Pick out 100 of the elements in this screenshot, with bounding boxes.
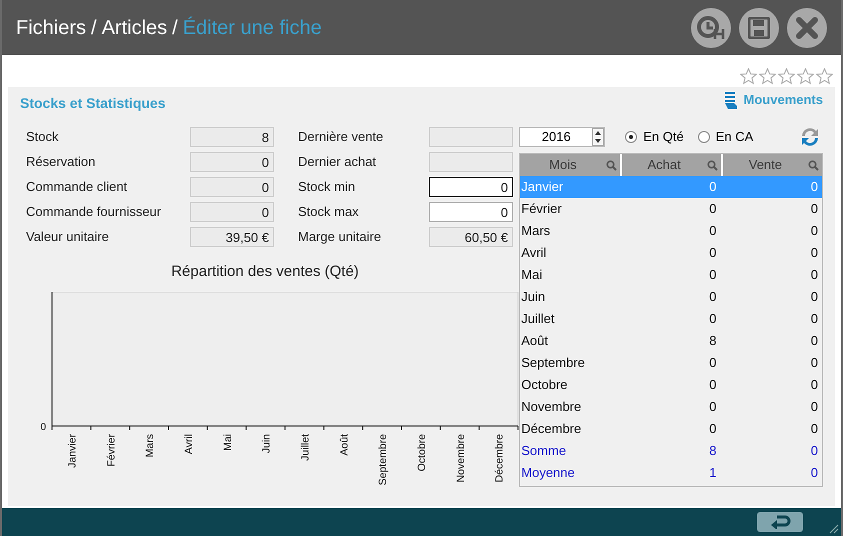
table-cell-text: Mars xyxy=(520,222,552,240)
x-tick-label: Janvier xyxy=(66,434,78,468)
table-cell-text: 0 xyxy=(810,178,819,196)
search-icon[interactable] xyxy=(706,160,718,170)
field-label: Dernier achat xyxy=(298,153,378,171)
star-icon[interactable] xyxy=(740,68,757,85)
table-row[interactable]: Juin 0 0 xyxy=(520,286,822,308)
table-cell-text: Octobre xyxy=(520,376,569,394)
search-icon[interactable] xyxy=(808,160,820,170)
table-cell-text: 0 xyxy=(810,332,819,350)
table-cell-text: 1 xyxy=(708,464,718,482)
x-tick-label: Août xyxy=(338,434,350,456)
star-icon[interactable] xyxy=(816,68,833,85)
column-header[interactable]: Mois xyxy=(520,154,620,176)
table-cell-text: Août xyxy=(520,332,550,350)
star-icon[interactable] xyxy=(778,68,795,85)
table-cell-text: 0 xyxy=(810,398,819,416)
star-icon[interactable] xyxy=(797,68,814,85)
table-row[interactable]: Novembre 0 0 xyxy=(520,396,822,418)
table-cell-text: 0 xyxy=(708,376,718,394)
input-field[interactable]: 0 xyxy=(429,177,513,197)
breadcrumb-item[interactable]: Fichiers xyxy=(16,12,86,42)
input-field[interactable]: 39,50 € xyxy=(190,227,274,247)
x-tick-label: Mars xyxy=(144,434,156,457)
radio-button-icon[interactable] xyxy=(625,131,638,143)
table-row[interactable]: Mai 0 0 xyxy=(520,264,822,286)
input-field[interactable]: 60,50 € xyxy=(429,227,513,247)
spinner-arrows-icon xyxy=(592,128,604,146)
field-label: Dernière vente xyxy=(298,128,384,146)
breadcrumb-item[interactable]: Articles xyxy=(102,12,168,42)
table-cell-text: Janvier xyxy=(520,178,564,196)
table-row[interactable]: Avril 0 0 xyxy=(520,242,822,264)
breadcrumb-item: Éditer une fiche xyxy=(182,16,322,40)
input-field[interactable]: 8 xyxy=(190,127,274,147)
table-row[interactable]: Moyenne 1 0 xyxy=(520,462,822,484)
history-button[interactable] xyxy=(691,8,731,48)
table-cell-text: 0 xyxy=(708,310,718,328)
return-arrow-icon xyxy=(769,515,791,529)
section-title: Stocks et Statistiques xyxy=(20,94,166,113)
resize-grip-icon[interactable] xyxy=(829,524,839,534)
table-row[interactable]: Somme 8 0 xyxy=(520,440,822,462)
table-cell-text: 0 xyxy=(810,442,819,460)
input-field[interactable]: 0 xyxy=(190,152,274,172)
table-cell-text: Juillet xyxy=(520,310,556,328)
clock-icon xyxy=(697,14,725,40)
search-icon[interactable] xyxy=(606,160,617,170)
x-tick-label: Septembre xyxy=(377,434,390,485)
radio-button-icon[interactable] xyxy=(698,131,710,143)
table-cell-text: 0 xyxy=(810,266,819,284)
table-cell-text: 0 xyxy=(810,354,819,372)
field-label: Marge unitaire xyxy=(298,228,382,246)
table-cell-text: Novembre xyxy=(520,398,582,416)
x-tick-label: Octobre xyxy=(416,434,428,471)
x-tick-label: Avril xyxy=(182,434,195,454)
save-button[interactable] xyxy=(739,8,779,48)
breadcrumb-separator: / xyxy=(91,16,97,40)
chart-title: Répartition des ventes (Qté) xyxy=(170,262,360,282)
table-cell-text: Mai xyxy=(520,266,544,284)
table-cell-text: Somme xyxy=(520,442,568,460)
close-icon xyxy=(796,16,818,38)
table-row[interactable]: Août 8 0 xyxy=(520,330,822,352)
table-cell-text: 0 xyxy=(708,222,718,240)
table-row[interactable]: Octobre 0 0 xyxy=(520,374,822,396)
table-cell-text: 0 xyxy=(810,244,819,262)
star-icon[interactable] xyxy=(759,68,776,85)
table-cell-text: Juin xyxy=(520,288,546,306)
field-label: Stock min xyxy=(298,178,356,196)
breadcrumb-separator: / xyxy=(172,16,178,40)
year-spinner[interactable]: 2016 xyxy=(519,127,606,147)
field-label: Stock max xyxy=(298,203,360,221)
column-header[interactable]: Achat xyxy=(622,154,721,176)
table-row[interactable]: Juillet 0 0 xyxy=(520,308,822,330)
radio-option[interactable]: En Qté xyxy=(625,127,684,147)
table-cell-text: Février xyxy=(520,200,563,218)
input-field[interactable] xyxy=(429,152,513,172)
table-row[interactable]: Mars 0 0 xyxy=(520,220,822,242)
column-header[interactable]: Vente xyxy=(722,154,822,176)
x-tick-label: Février xyxy=(105,434,118,466)
input-field[interactable]: 0 xyxy=(190,202,274,222)
back-button[interactable] xyxy=(757,512,803,532)
table-cell-text: 0 xyxy=(810,288,819,306)
field-label: Commande client xyxy=(26,178,128,196)
input-field[interactable] xyxy=(429,127,513,147)
close-button[interactable] xyxy=(787,8,827,48)
table-cell-text: Décembre xyxy=(520,420,582,438)
table-cell-text: 0 xyxy=(810,222,819,240)
table-row[interactable]: Février 0 0 xyxy=(520,198,822,220)
table-row[interactable]: Septembre 0 0 xyxy=(520,352,822,374)
table-row[interactable]: Décembre 0 0 xyxy=(520,418,822,440)
x-tick-label: Novembre xyxy=(454,434,467,482)
table-cell-text: 8 xyxy=(708,442,718,460)
table-cell-text: 0 xyxy=(708,266,718,284)
input-field[interactable]: 0 xyxy=(190,177,274,197)
x-tick-label: Juin xyxy=(260,434,273,453)
radio-option[interactable]: En CA xyxy=(698,127,754,147)
input-field[interactable]: 0 xyxy=(429,202,513,222)
x-tick-label: Décembre xyxy=(494,434,506,482)
table-cell-text: 0 xyxy=(708,398,718,416)
refresh-icon[interactable] xyxy=(799,126,821,148)
table-cell-text: 0 xyxy=(810,310,819,328)
